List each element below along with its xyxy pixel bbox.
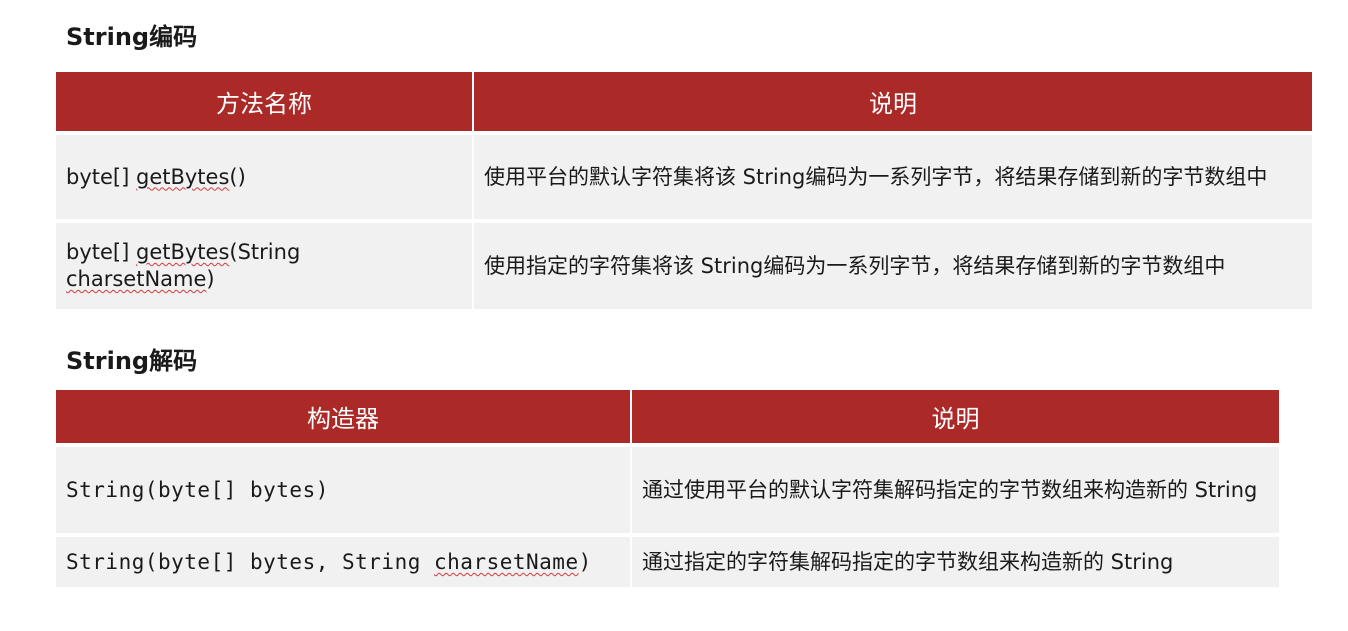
constructor-param-name: charsetName <box>434 550 579 574</box>
constructor-params-close: ) <box>578 550 592 574</box>
table-header-row: 方法名称 说明 <box>56 72 1312 133</box>
decode-table: 构造器 说明 String(byte[] bytes) 通过使用平台的默认字符集… <box>56 390 1279 587</box>
header-method-name: 方法名称 <box>56 72 474 133</box>
decode-section-title: String解码 <box>66 347 198 375</box>
method-cell: byte[] getBytes(String charsetName) <box>56 219 474 309</box>
method-params: () <box>229 164 246 189</box>
constructor-cell: String(byte[] bytes) <box>56 443 632 535</box>
table-row: byte[] getBytes(String charsetName) 使用指定的… <box>56 219 1312 309</box>
method-return-type: byte[] <box>66 164 136 189</box>
method-name: getBytes <box>135 164 230 189</box>
description-cell: 通过指定的字符集解码指定的字节数组来构造新的 String <box>631 533 1279 587</box>
header-description: 说明 <box>473 72 1312 133</box>
description-cell: 使用指定的字符集将该 String编码为一系列字节，将结果存储到新的字节数组中 <box>473 219 1312 309</box>
constructor-signature: String(byte[] bytes, String <box>66 550 435 574</box>
table-header-row: 构造器 说明 <box>56 390 1279 445</box>
encode-table: 方法名称 说明 byte[] getBytes() 使用平台的默认字符集将该 S… <box>56 72 1312 309</box>
table-row: byte[] getBytes() 使用平台的默认字符集将该 String编码为… <box>56 131 1312 221</box>
method-cell: byte[] getBytes() <box>56 131 474 221</box>
constructor-signature: String(byte[] bytes) <box>66 478 329 502</box>
header-description: 说明 <box>631 390 1279 445</box>
method-params-close: ) <box>206 267 215 291</box>
description-cell: 使用平台的默认字符集将该 String编码为一系列字节，将结果存储到新的字节数组… <box>473 131 1312 221</box>
header-constructor: 构造器 <box>56 390 632 445</box>
table-row: String(byte[] bytes) 通过使用平台的默认字符集解码指定的字节… <box>56 443 1279 535</box>
encode-section-title: String编码 <box>66 23 198 51</box>
table-row: String(byte[] bytes, String charsetName)… <box>56 533 1279 587</box>
method-param-name: charsetName <box>66 267 207 291</box>
description-cell: 通过使用平台的默认字符集解码指定的字节数组来构造新的 String <box>631 443 1279 535</box>
method-name: getBytes <box>135 240 230 264</box>
method-return-type: byte[] <box>66 240 136 264</box>
method-params: (String <box>229 240 301 264</box>
constructor-cell: String(byte[] bytes, String charsetName) <box>56 533 632 587</box>
